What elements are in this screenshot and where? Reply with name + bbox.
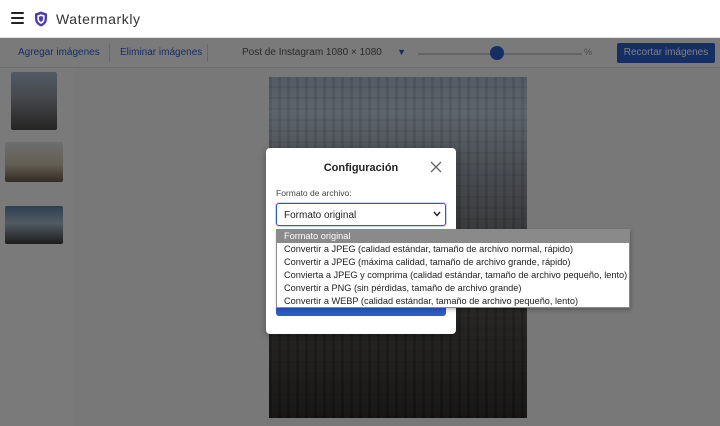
option-original-format[interactable]: Formato original	[277, 230, 629, 243]
option-png-lossless[interactable]: Convertir a PNG (sin pérdidas, tamaño de…	[277, 282, 629, 295]
file-format-label: Formato de archivo:	[276, 188, 352, 198]
file-format-select-value: Formato original	[284, 210, 357, 221]
option-webp-standard[interactable]: Convertir a WEBP (calidad estándar, tama…	[277, 295, 629, 308]
close-icon[interactable]	[430, 161, 442, 173]
option-jpeg-compress[interactable]: Convierta a JPEG y comprima (calidad est…	[277, 269, 629, 282]
option-jpeg-standard[interactable]: Convertir a JPEG (calidad estándar, tama…	[277, 243, 629, 256]
app-title: Watermarkly	[56, 11, 141, 27]
file-format-select[interactable]: Formato original	[276, 203, 446, 226]
dialog-title: Configuración	[323, 162, 399, 174]
hamburger-menu-icon[interactable]	[11, 12, 24, 24]
shield-logo-icon	[35, 11, 47, 27]
chevron-down-icon	[433, 211, 441, 217]
option-jpeg-max-quality[interactable]: Convertir a JPEG (máxima calidad, tamaño…	[277, 256, 629, 269]
app-header: Watermarkly	[0, 0, 720, 38]
file-format-options-list: Formato original Convertir a JPEG (calid…	[276, 229, 630, 308]
